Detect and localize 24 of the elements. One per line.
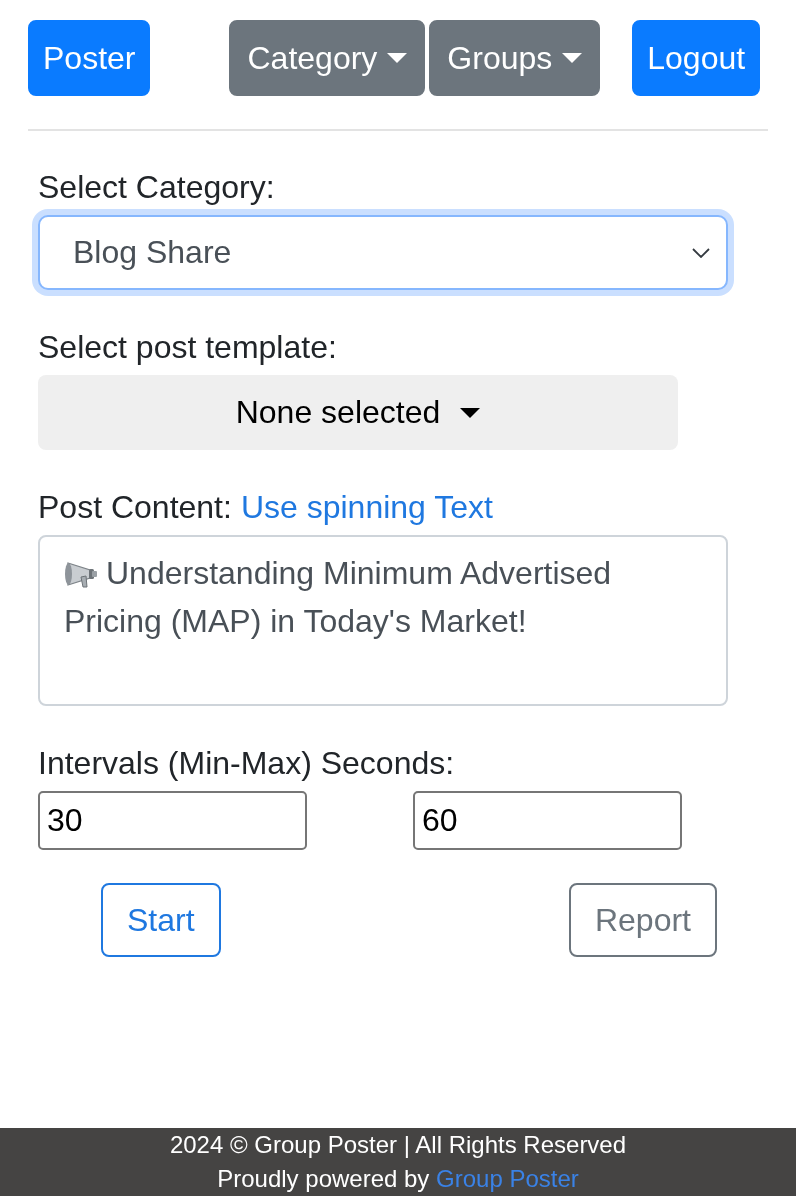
min-interval-input[interactable]: 30 <box>38 791 307 850</box>
caret-icon <box>562 53 583 63</box>
logout-button[interactable]: Logout <box>632 20 761 96</box>
max-interval-input[interactable]: 60 <box>413 791 682 850</box>
report-button[interactable]: Report <box>568 883 717 957</box>
intervals-label: Intervals (Min-Max) Seconds: <box>38 744 456 783</box>
chevron-down-icon <box>692 247 710 258</box>
footer-link[interactable]: Group Poster <box>436 1165 579 1192</box>
brand-button[interactable]: Poster <box>28 20 151 96</box>
template-label: Select post template: <box>38 328 338 367</box>
category-label: Select Category: <box>38 168 276 207</box>
groups-dropdown[interactable]: Groups <box>429 20 601 96</box>
category-select[interactable]: Blog Share <box>38 215 728 290</box>
caret-icon <box>460 407 481 418</box>
copyright-text: 2024 © Group Poster | All Rights Reserved <box>169 1130 627 1160</box>
powered-by-text: Proudly powered by Group Poster <box>217 1164 579 1194</box>
template-dropdown[interactable]: None selected <box>38 375 678 450</box>
start-button[interactable]: Start <box>101 883 221 957</box>
post-content-field[interactable]: Understanding Minimum Advertised Pricing (MAP) in Today's Market! <box>38 535 728 706</box>
megaphone-icon <box>64 559 98 589</box>
category-dropdown[interactable]: Category <box>229 20 426 96</box>
content-label: Post Content: <box>38 488 232 527</box>
spinning-text-link[interactable]: Use spinning Text <box>240 483 493 531</box>
caret-icon <box>387 53 408 63</box>
